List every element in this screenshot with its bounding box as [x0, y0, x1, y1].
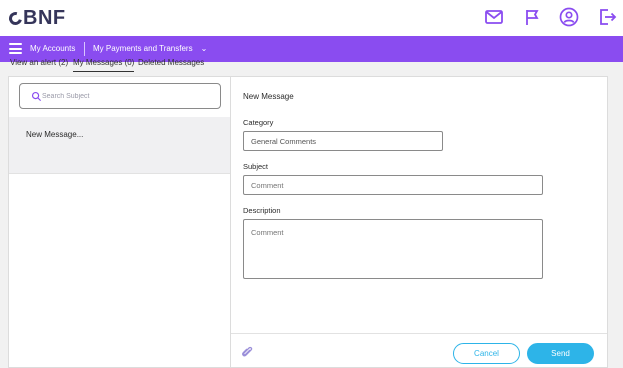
list-item-label: New Message...	[26, 130, 84, 139]
nav-divider	[84, 42, 85, 56]
menu-icon[interactable]	[9, 43, 22, 54]
messages-panel: New Message... New Message Category Gene…	[8, 76, 608, 368]
tab-deleted-messages[interactable]: Deleted Messages	[138, 58, 204, 67]
footer-divider	[231, 333, 607, 334]
description-textarea[interactable]	[243, 219, 543, 279]
list-item[interactable]: New Message...	[9, 117, 230, 173]
logo-mark-icon	[6, 9, 25, 28]
top-header: BNF	[0, 0, 623, 36]
subject-input[interactable]	[243, 175, 543, 195]
subject-label: Subject	[243, 162, 269, 171]
search-input[interactable]	[42, 89, 212, 103]
tab-view-alert[interactable]: View an alert (2)	[10, 58, 68, 67]
user-icon[interactable]	[558, 6, 580, 28]
nav-my-accounts[interactable]: My Accounts	[30, 44, 75, 53]
divider	[9, 173, 230, 174]
search-box[interactable]	[19, 83, 221, 109]
search-icon	[31, 91, 42, 102]
category-label: Category	[243, 118, 274, 127]
flag-icon[interactable]	[521, 6, 543, 28]
logout-icon[interactable]	[596, 6, 618, 28]
send-button[interactable]: Send	[527, 343, 594, 364]
message-list-column: New Message...	[9, 77, 231, 367]
description-label: Description	[243, 206, 281, 215]
chevron-down-icon: ⌄	[200, 44, 208, 53]
nav-payments-transfers[interactable]: My Payments and Transfers ⌄	[93, 44, 207, 53]
nav-payments-label: My Payments and Transfers	[93, 44, 193, 53]
category-select[interactable]: General Comments	[243, 131, 443, 151]
brand-logo[interactable]: BNF	[6, 7, 66, 30]
paperclip-icon[interactable]	[241, 345, 253, 359]
tab-my-messages[interactable]: My Messages (0)	[73, 58, 135, 72]
logo-text: BNF	[23, 7, 66, 29]
new-message-form: New Message Category General Comments Su…	[231, 77, 607, 367]
mail-icon[interactable]	[483, 6, 505, 28]
cancel-button[interactable]: Cancel	[453, 343, 520, 364]
form-title: New Message	[243, 92, 294, 101]
